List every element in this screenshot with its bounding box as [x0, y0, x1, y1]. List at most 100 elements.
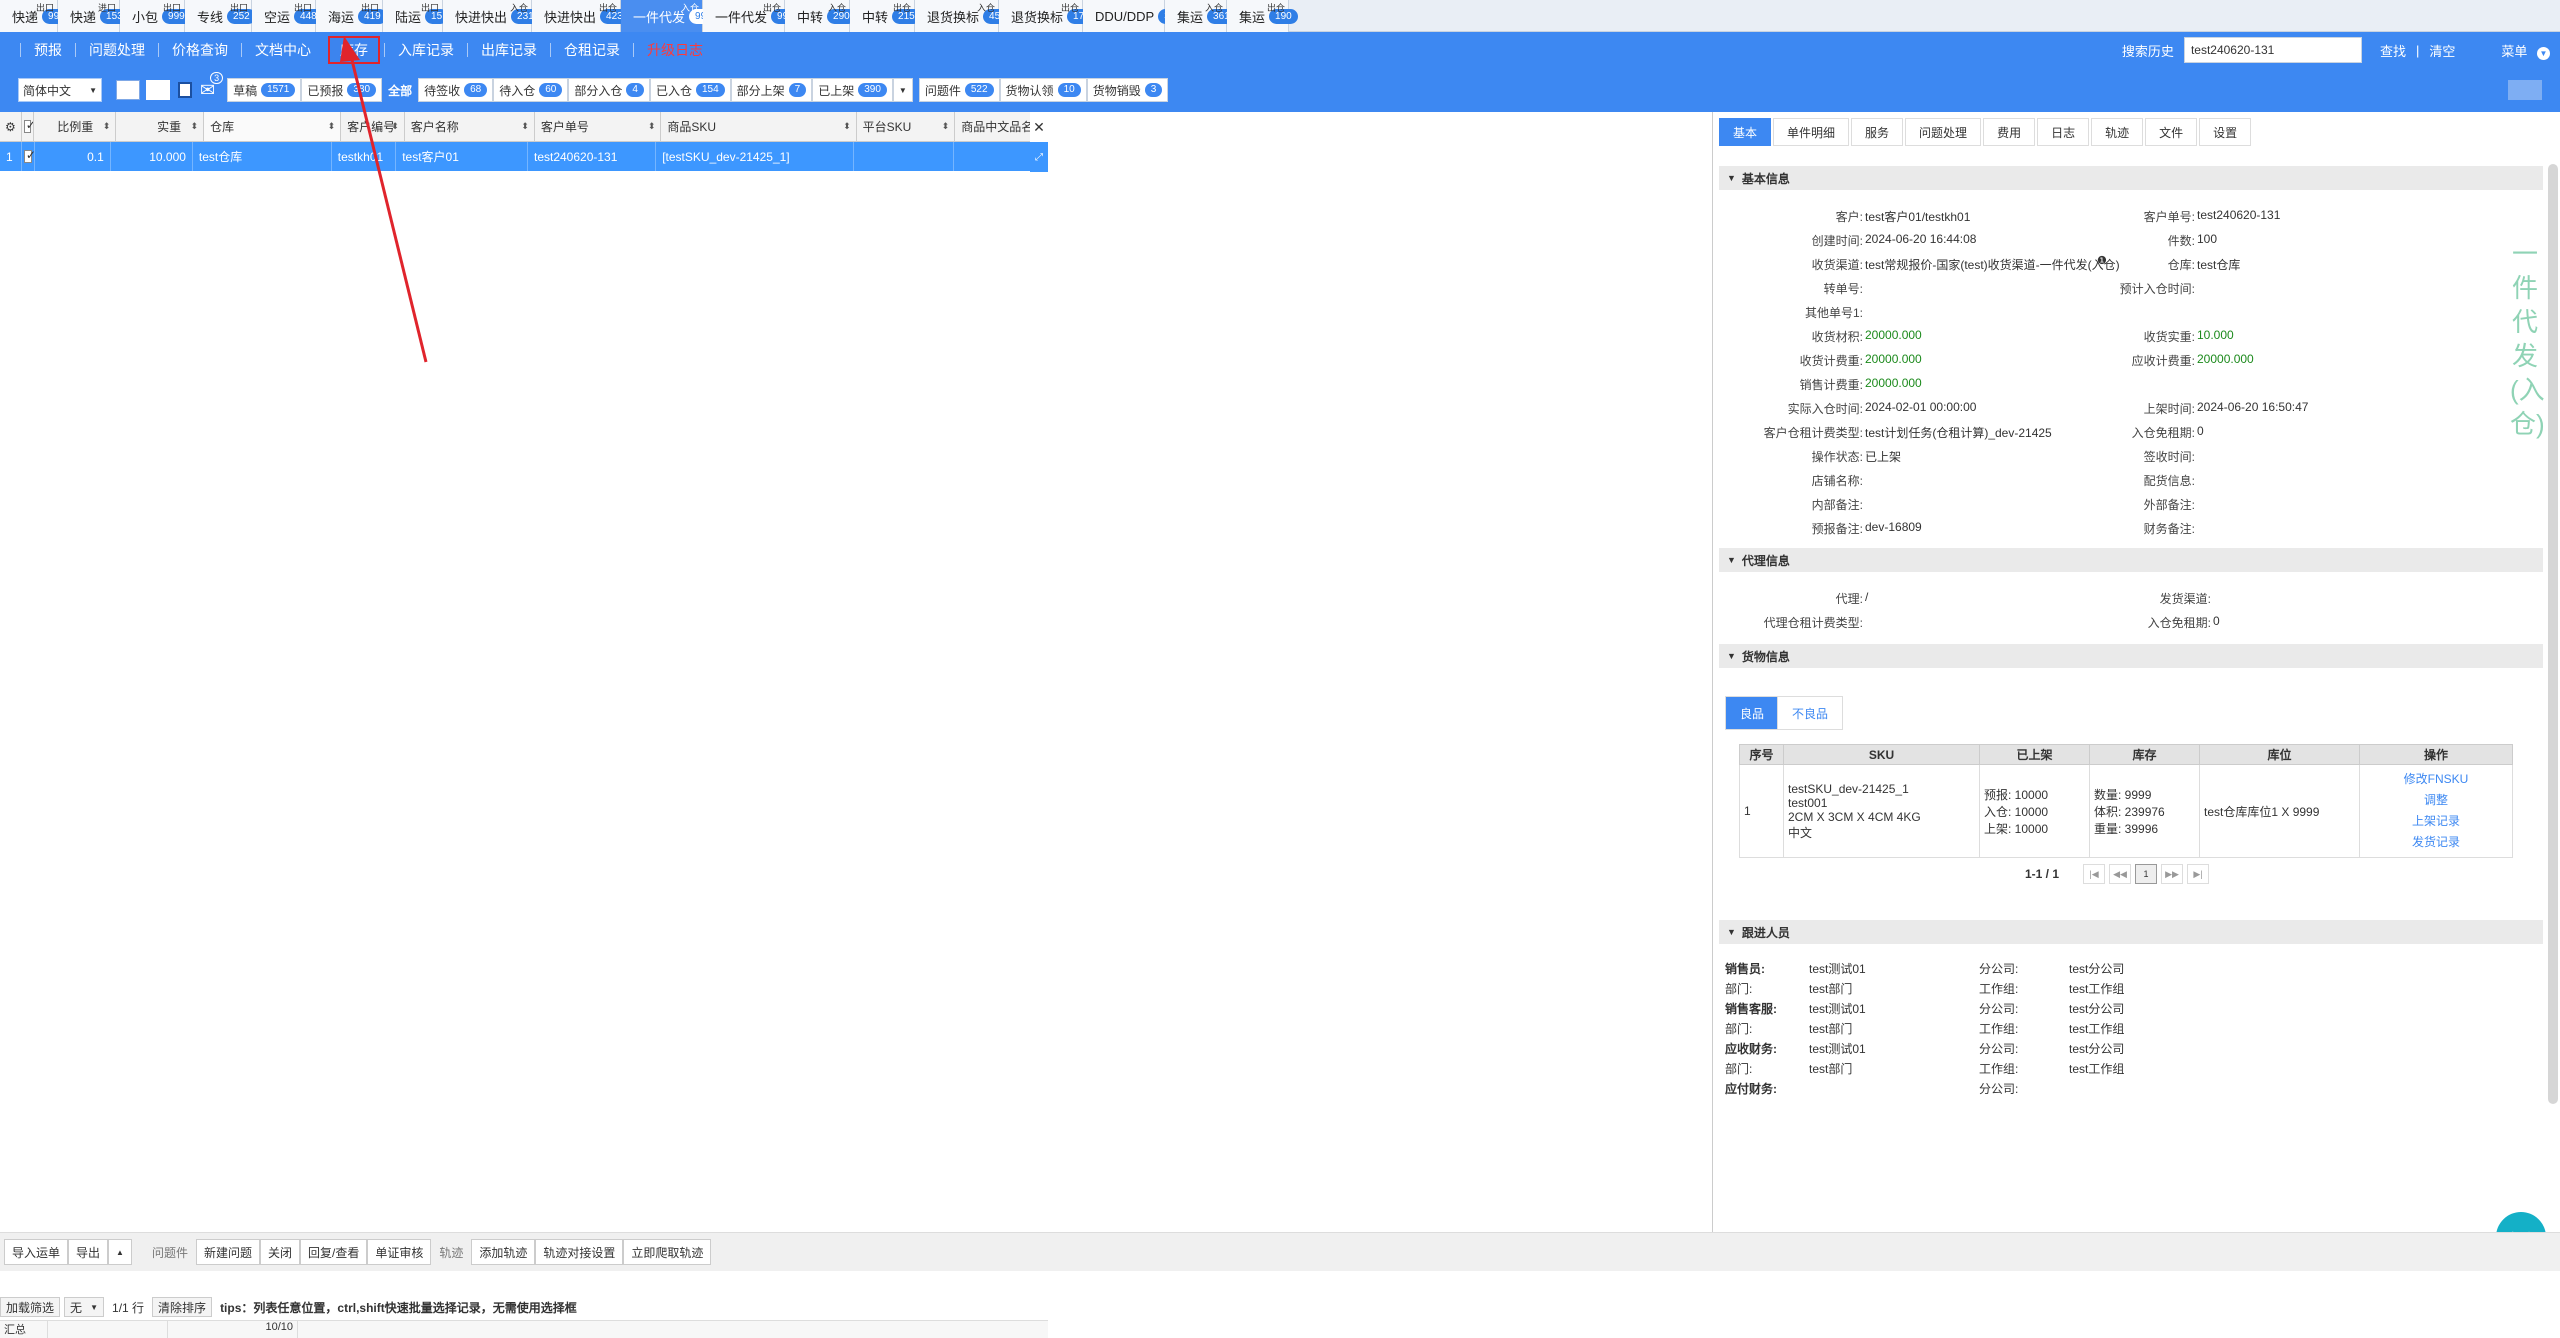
expand-icon[interactable]: ⤢ [1030, 142, 1048, 172]
nav-item[interactable]: 问题处理 [75, 43, 158, 57]
tab-top[interactable]: 海运 419 出口 [316, 0, 387, 32]
tab-top[interactable]: 集运 361 入仓 [1165, 0, 1236, 32]
tab-bad-goods[interactable]: 不良品 [1777, 696, 1844, 730]
crawl-track-button[interactable]: 立即爬取轨迹 [623, 1239, 712, 1265]
tab-top[interactable]: 一件代发999+出仓 [703, 0, 806, 32]
detail-tab[interactable]: 服务 [1851, 118, 1904, 146]
layout-split-icon[interactable] [146, 80, 170, 100]
doc-review-button[interactable]: 单证审核 [367, 1239, 432, 1265]
next-page-icon[interactable]: ▶▶ [2161, 864, 2184, 884]
nav-item[interactable]: 升级日志 [633, 43, 716, 57]
toolbar-right-button[interactable] [2508, 80, 2542, 100]
nav-item[interactable]: 仓租记录 [550, 43, 633, 57]
nav-item[interactable]: 出库记录 [467, 43, 550, 57]
col-header-sku[interactable]: 商品SKU ⬍ [661, 112, 857, 141]
section-agent-info[interactable]: ▼ 代理信息 [1719, 548, 2543, 572]
mail-icon[interactable]: ✉ 3 [200, 71, 224, 101]
tab-top[interactable]: 中转 290 入仓 [785, 0, 856, 32]
import-orders-button[interactable]: 导入运单 [4, 1239, 69, 1265]
page-number[interactable]: 1 [2135, 864, 2158, 884]
close-icon[interactable]: ✕ [1030, 112, 1048, 142]
nav-item[interactable]: 价格查询 [158, 43, 241, 57]
info-icon[interactable]: ❶ [2097, 254, 2107, 267]
detail-tab[interactable]: 设置 [2199, 118, 2252, 146]
first-page-icon[interactable]: |◀ [2083, 864, 2106, 884]
sort-icon: ⬍ [843, 121, 851, 131]
tab-top[interactable]: 陆运 15 出口 [383, 0, 449, 32]
last-page-icon[interactable]: ▶| [2187, 864, 2210, 884]
settings-gear-icon[interactable]: ⚙ [0, 112, 22, 141]
document-icon[interactable] [178, 82, 192, 98]
flag-filter-button[interactable]: 问题件 522 [918, 78, 1000, 102]
status-filter-button[interactable]: 已上架 390 [812, 78, 893, 102]
detail-tab[interactable]: 单件明细 [1773, 118, 1850, 146]
col-header-actual-weight[interactable]: 实重 ⬍ [116, 112, 205, 141]
col-header-platform-sku[interactable]: 平台SKU ⬍ [857, 112, 956, 141]
add-track-button[interactable]: 添加轨迹 [471, 1239, 536, 1265]
tab-top[interactable]: 快进快出 231 入仓 [443, 0, 540, 32]
tab-top[interactable]: 专线 252 出口 [185, 0, 256, 32]
search-input[interactable] [2183, 37, 2362, 63]
status-filter-button[interactable]: 待入仓 60 [493, 78, 569, 102]
new-problem-button[interactable]: 新建问题 [195, 1239, 260, 1265]
detail-tab[interactable]: 基本 [1719, 118, 1772, 146]
query-button[interactable]: 查找 [2380, 41, 2406, 60]
nav-item[interactable]: 预报 [20, 43, 75, 57]
goods-action-link[interactable]: 上架记录 [2364, 811, 2508, 832]
tab-top[interactable]: 退货换标 458 入仓 [915, 0, 1012, 32]
track-settings-button[interactable]: 轨迹对接设置 [535, 1239, 624, 1265]
tab-good-goods[interactable]: 良品 [1725, 696, 1780, 730]
language-select[interactable]: 简体中文 ▼ [18, 78, 102, 102]
prev-page-icon[interactable]: ◀◀ [2109, 864, 2132, 884]
tab-top[interactable]: 快递999+出口 [0, 0, 77, 32]
nav-item[interactable]: 文档中心 [241, 43, 324, 57]
tab-top[interactable]: 快进快出 423 出仓 [532, 0, 629, 32]
tab-top[interactable]: 空运 448 出口 [252, 0, 323, 32]
clear-button[interactable]: 清空 [2429, 41, 2455, 60]
status-filter-button[interactable]: 部分上架 7 [730, 78, 813, 102]
tab-top[interactable]: 快递 153 进口 [58, 0, 129, 32]
clear-sort-button[interactable]: 清除排序 [152, 1297, 213, 1317]
tab-top[interactable]: 中转 215 出仓 [850, 0, 921, 32]
filter-select[interactable]: 无 ▼ [64, 1297, 105, 1317]
col-header-customer-order[interactable]: 客户单号 ⬍ [535, 112, 662, 141]
detail-tab[interactable]: 问题处理 [1905, 118, 1982, 146]
load-filter-button[interactable]: 加载筛选 [0, 1297, 61, 1317]
section-goods-info[interactable]: ▼ 货物信息 [1719, 644, 2543, 668]
reply-view-button[interactable]: 回复/查看 [300, 1239, 368, 1265]
status-filter-button[interactable]: 草稿 1571 [227, 78, 302, 102]
goods-action-link[interactable]: 修改FNSKU [2364, 769, 2508, 790]
tab-top[interactable]: 一件代发999+入仓 [621, 0, 724, 32]
section-basic-info[interactable]: ▼ 基本信息 [1719, 166, 2543, 190]
layout-single-icon[interactable] [116, 80, 140, 100]
menu-button[interactable]: 菜单 ▼ [2501, 41, 2550, 60]
section-followers[interactable]: ▼ 跟进人员 [1719, 920, 2543, 944]
flag-filter-button[interactable]: 货物认领 10 [999, 78, 1087, 102]
export-button[interactable]: 导出 [68, 1239, 109, 1265]
tab-top[interactable]: DDU/DDP30 [1083, 0, 1182, 32]
select-all-checkbox[interactable] [22, 112, 35, 141]
close-button[interactable]: 关闭 [259, 1239, 300, 1265]
row-checkbox[interactable] [22, 142, 35, 171]
detail-tab[interactable]: 日志 [2037, 118, 2090, 146]
status-filter-button[interactable]: 部分入仓 4 [568, 78, 650, 102]
goods-action-link[interactable]: 发货记录 [2364, 832, 2508, 853]
col-header-warehouse[interactable]: 仓库 ⬍ [204, 112, 342, 141]
status-more-dropdown[interactable]: ▼ [892, 78, 913, 102]
tab-top[interactable]: 小包 999+ 出口 [120, 0, 197, 32]
flag-filter-button[interactable]: 货物销毁 3 [1086, 78, 1169, 102]
tab-top[interactable]: 退货换标 171 出仓 [999, 0, 1096, 32]
table-row[interactable]: 1 0.1 10.000 test仓库 testkh01 test客户01 te… [0, 142, 1049, 172]
tab-top[interactable]: 集运 190 出仓 [1227, 0, 1298, 32]
detail-tab[interactable]: 轨迹 [2091, 118, 2144, 146]
field-value: 20000.000 [1865, 352, 1922, 366]
search-history-link[interactable]: 搜索历史 [2122, 41, 2174, 60]
goods-action-link[interactable]: 调整 [2364, 790, 2508, 811]
col-header-volume-weight[interactable]: 比例重 ⬍ [34, 112, 117, 141]
field-label: 收货渠道: [1811, 258, 1863, 272]
detail-tab[interactable]: 费用 [1983, 118, 2036, 146]
chevron-up-icon[interactable]: ▲ [108, 1239, 132, 1265]
vertical-scrollbar[interactable] [2548, 164, 2558, 1104]
detail-tab[interactable]: 文件 [2145, 118, 2198, 146]
status-filter-button[interactable]: 已入仓 154 [649, 78, 731, 102]
